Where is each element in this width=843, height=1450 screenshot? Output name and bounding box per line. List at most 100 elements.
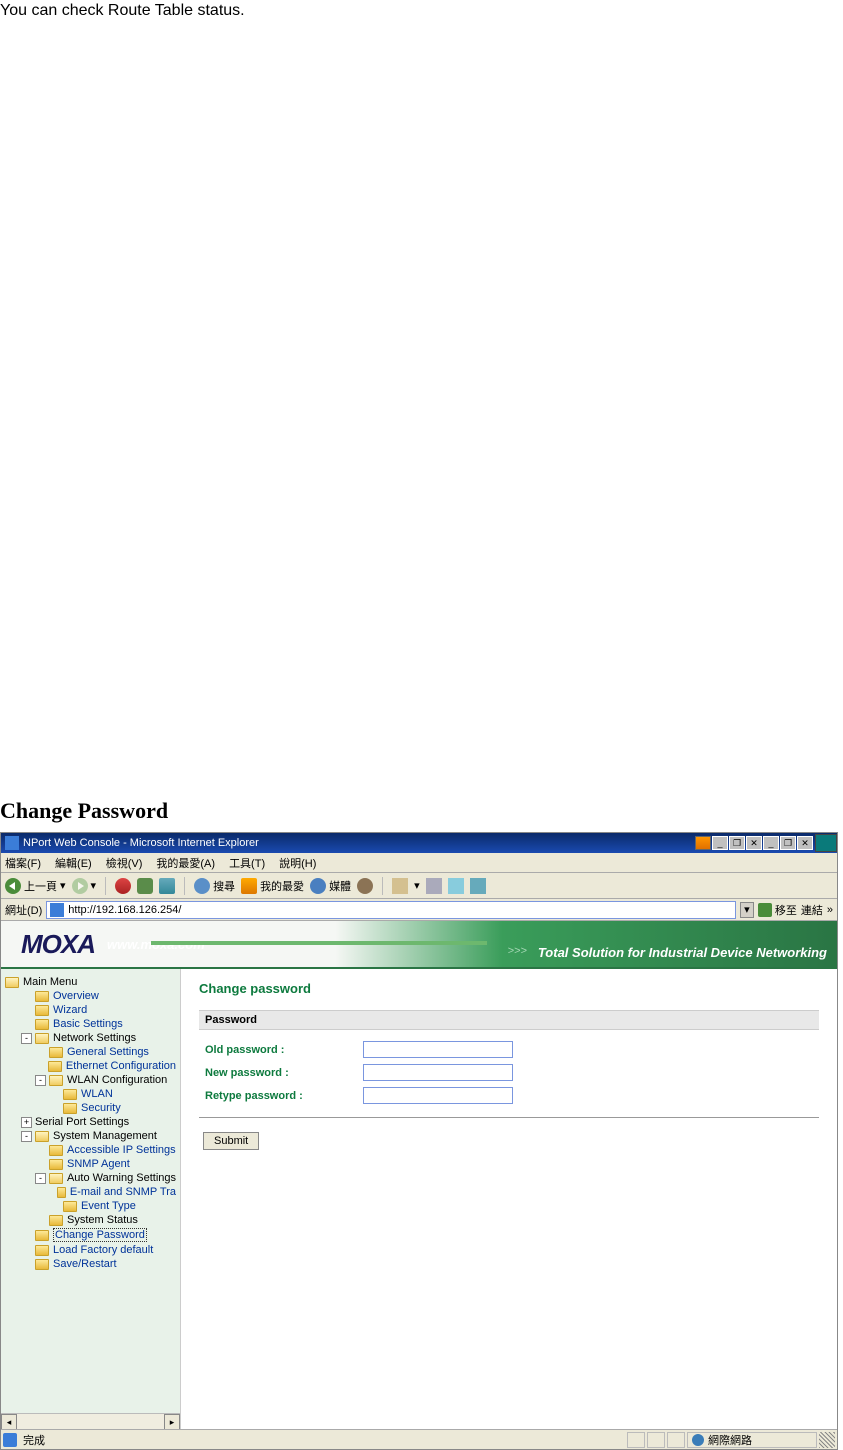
folder-icon [35,1005,49,1016]
folder-icon [35,1230,49,1241]
mail-button[interactable] [392,878,408,894]
print-button[interactable] [426,878,442,894]
tree-label: WLAN Configuration [67,1074,167,1086]
tree-label[interactable]: Ethernet Configuration [66,1060,176,1072]
sidebar: Main Menu OverviewWizardBasic Settings-N… [1,969,181,1429]
favorites-button[interactable]: 我的最愛 [241,878,304,894]
ie-page-icon [50,903,64,917]
tree-label[interactable]: Load Factory default [53,1244,153,1256]
maximize-button[interactable]: ❐ [729,836,745,850]
sidebar-item-general-settings[interactable]: General Settings [5,1045,176,1059]
folder-icon [35,1131,49,1142]
address-bar: 網址(D) http://192.168.126.254/ ▾ 移至 連結 » [1,899,837,921]
refresh-button[interactable] [137,878,153,894]
sidebar-item-auto-warning-settings: -Auto Warning Settings [5,1171,176,1185]
folder-icon [49,1145,63,1156]
history-button[interactable] [357,878,373,894]
back-button[interactable]: 上一頁 ▾ [5,878,66,894]
old-password-input[interactable] [363,1041,513,1058]
links-chevron[interactable]: » [827,904,833,916]
submit-button[interactable]: Submit [203,1132,259,1150]
address-dropdown[interactable]: ▾ [740,902,754,918]
resize-grip[interactable] [819,1432,835,1448]
tree-toggle[interactable]: - [35,1173,46,1184]
tree-toggle[interactable]: - [21,1131,32,1142]
tree-label[interactable]: Accessible IP Settings [67,1144,176,1156]
sidebar-item-security[interactable]: Security [5,1101,176,1115]
tree-toggle[interactable]: - [21,1033,32,1044]
menu-favorites[interactable]: 我的最愛(A) [156,855,215,871]
scroll-right-button[interactable]: ▸ [164,1414,180,1429]
internet-zone-icon [692,1434,704,1446]
folder-icon [57,1187,66,1198]
retype-password-input[interactable] [363,1087,513,1104]
main-panel: Change password Password Old password : … [181,969,837,1429]
menu-help[interactable]: 說明(H) [279,855,316,871]
menu-tools[interactable]: 工具(T) [229,855,265,871]
sidebar-item-system-status: System Status [5,1213,176,1227]
tree-label[interactable]: Save/Restart [53,1258,117,1270]
new-password-label: New password : [205,1067,363,1079]
media-button[interactable]: 媒體 [310,878,351,894]
stop-button[interactable] [115,878,131,894]
address-input[interactable]: http://192.168.126.254/ [46,901,736,919]
sidebar-item-accessible-ip-settings[interactable]: Accessible IP Settings [5,1143,176,1157]
discuss-button[interactable] [470,878,486,894]
minimize2-button[interactable]: _ [763,836,779,850]
folder-icon [49,1047,63,1058]
tree-toggle[interactable]: + [21,1117,32,1128]
links-label[interactable]: 連結 [801,902,823,918]
tree-label[interactable]: Security [81,1102,121,1114]
tree-label[interactable]: Event Type [81,1200,136,1212]
folder-icon [49,1215,63,1226]
menu-edit[interactable]: 編輯(E) [55,855,92,871]
sidebar-scrollbar: ◂ ▸ [1,1413,180,1429]
tree-label[interactable]: E-mail and SNMP Tra [70,1186,176,1198]
tree-label[interactable]: Overview [53,990,99,1002]
sidebar-item-ethernet-configuration[interactable]: Ethernet Configuration [5,1059,176,1073]
close-button[interactable]: ✕ [746,836,762,850]
sidebar-item-change-password[interactable]: Change Password [5,1227,176,1243]
home-button[interactable] [159,878,175,894]
tree-label[interactable]: General Settings [67,1046,149,1058]
go-icon [758,903,772,917]
menu-file[interactable]: 檔案(F) [5,855,41,871]
tree-label[interactable]: WLAN [81,1088,113,1100]
forward-button[interactable]: ▾ [72,878,97,894]
sidebar-item-basic-settings[interactable]: Basic Settings [5,1017,176,1031]
sidebar-item-wlan[interactable]: WLAN [5,1087,176,1101]
sidebar-item-load-factory-default[interactable]: Load Factory default [5,1243,176,1257]
form-row-retype: Retype password : [199,1084,819,1107]
minimize-button[interactable]: _ [712,836,728,850]
sidebar-item-snmp-agent[interactable]: SNMP Agent [5,1157,176,1171]
sidebar-item-wizard[interactable]: Wizard [5,1003,176,1017]
tree-label[interactable]: SNMP Agent [67,1158,130,1170]
old-password-label: Old password : [205,1044,363,1056]
sidebar-item-save-restart[interactable]: Save/Restart [5,1257,176,1271]
tree-label[interactable]: Basic Settings [53,1018,123,1030]
restore-button[interactable]: ❐ [780,836,796,850]
extra-icon[interactable] [695,836,711,850]
retype-password-label: Retype password : [205,1090,363,1102]
status-zone: 網際網路 [687,1432,817,1448]
doc-section-heading: Change Password [0,798,843,824]
address-url: http://192.168.126.254/ [68,904,181,916]
tree-label[interactable]: Change Password [53,1228,147,1242]
form-divider [199,1117,819,1118]
sidebar-item-event-type[interactable]: Event Type [5,1199,176,1213]
form-row-new: New password : [199,1061,819,1084]
scroll-left-button[interactable]: ◂ [1,1414,17,1429]
new-password-input[interactable] [363,1064,513,1081]
close2-button[interactable]: ✕ [797,836,813,850]
sidebar-item-overview[interactable]: Overview [5,989,176,1003]
edit-button[interactable] [448,878,464,894]
search-button[interactable]: 搜尋 [194,878,235,894]
menu-view[interactable]: 檢視(V) [106,855,143,871]
sidebar-item-e-mail-and-snmp-tra[interactable]: E-mail and SNMP Tra [5,1185,176,1199]
scroll-track[interactable] [17,1414,164,1429]
go-button[interactable]: 移至 [758,902,797,918]
tree-toggle[interactable]: - [35,1075,46,1086]
tree-label: System Management [53,1130,157,1142]
sidebar-item-network-settings: -Network Settings [5,1031,176,1045]
tree-label[interactable]: Wizard [53,1004,87,1016]
